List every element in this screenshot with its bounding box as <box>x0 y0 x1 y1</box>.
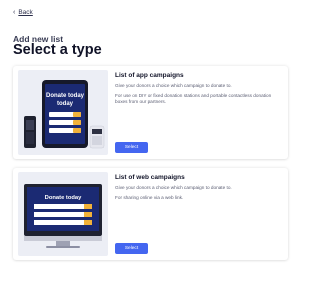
app-campaigns-card: Donate today today List of app campaigns… <box>13 66 288 159</box>
card-title: List of web campaigns <box>115 174 185 181</box>
back-label: Back <box>18 9 33 16</box>
donation-devices-icon: Donate today today <box>24 80 105 149</box>
card-description: For use on DIY or fixed donation station… <box>115 93 272 104</box>
monitor-icon: Donate today <box>24 184 102 248</box>
card-description: Give your donors a choice which campaign… <box>115 83 232 88</box>
web-campaigns-illustration: Donate today <box>18 172 108 256</box>
card-description: For sharing online via a web link. <box>115 195 184 200</box>
svg-text:today: today <box>57 101 74 107</box>
device-screen-donate-label: Donate today <box>46 93 85 99</box>
chevron-left-icon: ‹ <box>13 9 16 16</box>
monitor-screen-donate-label: Donate today <box>45 195 82 201</box>
card-description: Give your donors a choice which campaign… <box>115 185 232 190</box>
select-app-campaigns-button[interactable]: Select <box>115 142 148 153</box>
select-web-campaigns-button[interactable]: Select <box>115 243 148 254</box>
app-campaigns-illustration: Donate today today <box>18 70 108 155</box>
web-campaigns-card: Donate today List of web campaigns Give … <box>13 168 288 260</box>
card-title: List of app campaigns <box>115 72 184 79</box>
page-title: Select a type <box>13 42 102 58</box>
back-link[interactable]: ‹ Back <box>13 9 33 16</box>
